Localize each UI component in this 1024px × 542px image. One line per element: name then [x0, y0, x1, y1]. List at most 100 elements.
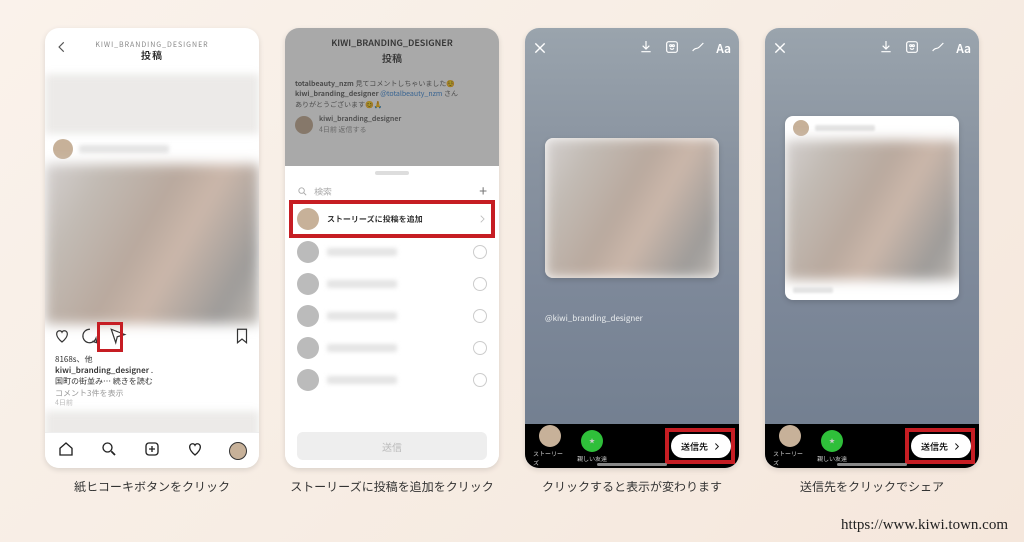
post-author-row[interactable]: [45, 134, 259, 164]
list-item[interactable]: [297, 268, 487, 300]
send-label: 送信: [382, 439, 402, 454]
captions-row: 紙ヒコーキボタンをクリック ストーリーズに投稿を追加をクリック クリックすると表…: [0, 468, 1024, 496]
send-to-button[interactable]: 送信先: [671, 434, 731, 458]
add-to-story-label: ストーリーズに投稿を追加: [327, 214, 423, 225]
list-item[interactable]: [297, 364, 487, 396]
chevron-right-icon: [477, 214, 487, 224]
download-button[interactable]: [638, 36, 654, 60]
caption-user: kiwi_branding_designer: [55, 365, 149, 376]
preview-username-blur: [815, 125, 875, 131]
story-post-preview[interactable]: [785, 116, 959, 300]
home-icon: [57, 440, 75, 458]
send-button[interactable]: 送信: [297, 432, 487, 460]
tab-activity[interactable]: [186, 439, 204, 463]
sheet-handle[interactable]: [375, 171, 409, 175]
comment-count[interactable]: コメント3件を表示: [55, 388, 249, 399]
caption-desc: 国町の街並み… 続きを読む: [55, 376, 249, 387]
avatar: [779, 425, 801, 447]
post-actions: [45, 324, 259, 352]
your-story-button[interactable]: ストーリーズ: [533, 425, 567, 467]
preview-footer: [785, 280, 959, 300]
caption-4: 送信先をクリックでシェア: [765, 478, 979, 496]
star-icon: ★: [581, 430, 603, 452]
list-item[interactable]: [297, 332, 487, 364]
your-story-button[interactable]: ストーリーズ: [773, 425, 807, 467]
draw-button[interactable]: [930, 36, 946, 60]
share-sheet: 検索 + ストーリーズに投稿を追加 送信: [285, 166, 499, 468]
avatar: [297, 208, 319, 230]
search-icon: [100, 440, 118, 458]
post-image[interactable]: [45, 164, 259, 324]
tab-new[interactable]: [143, 439, 161, 463]
back-button[interactable]: [55, 40, 69, 57]
draw-button[interactable]: [690, 36, 706, 60]
sticker-button[interactable]: [664, 36, 680, 60]
story-mention: @kiwi_branding_designer: [545, 313, 643, 324]
your-story-label: ストーリーズ: [533, 449, 567, 467]
chevron-right-icon: [712, 442, 721, 451]
heart-icon: [186, 440, 204, 458]
draw-icon: [930, 39, 946, 55]
phones-row: KIWI_BRANDING_DESIGNER 投稿 8168s、他 kiwi_b…: [0, 0, 1024, 468]
close-friends-label: 親しい友達: [577, 454, 607, 463]
chevron-left-icon: [55, 40, 69, 54]
list-item[interactable]: [297, 236, 487, 268]
close-button[interactable]: [773, 36, 787, 60]
story-editor[interactable]: Aa ストーリーズ ★ 親しい友達: [765, 28, 979, 468]
phone-2: KIWI_BRANDING_DESIGNER 投稿 totalbeauty_nz…: [285, 28, 499, 468]
sticker-icon: [904, 39, 920, 55]
star-icon: ★: [821, 430, 843, 452]
phone-3: Aa @kiwi_branding_designer ストーリーズ ★ 親しい友…: [525, 28, 739, 468]
share-button[interactable]: [109, 326, 127, 350]
download-button[interactable]: [878, 36, 894, 60]
story-bottom-bar: ストーリーズ ★ 親しい友達 送信先: [525, 424, 739, 468]
close-friends-label: 親しい友達: [817, 454, 847, 463]
home-indicator: [597, 463, 667, 466]
tab-search[interactable]: [100, 439, 118, 463]
download-icon: [638, 39, 654, 55]
save-button[interactable]: [233, 326, 251, 350]
story-bottom-bar: ストーリーズ ★ 親しい友達 送信先: [765, 424, 979, 468]
story-editor[interactable]: Aa @kiwi_branding_designer ストーリーズ ★ 親しい友…: [525, 28, 739, 468]
avatar: [53, 139, 73, 159]
search-placeholder: 検索: [314, 185, 332, 198]
your-story-label: ストーリーズ: [773, 449, 807, 467]
caption-2: ストーリーズに投稿を追加をクリック: [285, 478, 499, 496]
comment-button[interactable]: [81, 326, 99, 350]
tab-bar: [45, 432, 259, 468]
bookmark-icon: [233, 327, 251, 345]
header-title-block: KIWI_BRANDING_DESIGNER 投稿: [95, 42, 208, 61]
preview-text-blur: [793, 287, 833, 293]
like-button[interactable]: [53, 326, 71, 350]
close-friends-button[interactable]: ★ 親しい友達: [815, 430, 849, 463]
draw-icon: [690, 39, 706, 55]
dim-overlay[interactable]: [285, 28, 499, 166]
caption-1: 紙ヒコーキボタンをクリック: [45, 478, 259, 496]
sticker-button[interactable]: [904, 36, 920, 60]
send-to-label: 送信先: [681, 440, 708, 453]
tab-home[interactable]: [57, 439, 75, 463]
close-friends-button[interactable]: ★ 親しい友達: [575, 430, 609, 463]
text-button[interactable]: Aa: [956, 40, 971, 57]
story-post-preview[interactable]: [545, 138, 719, 278]
post-meta: 8168s、他 kiwi_branding_designer . 国町の街並み……: [45, 352, 259, 411]
text-button[interactable]: Aa: [716, 40, 731, 57]
preview-image: [785, 140, 959, 280]
sheet-search[interactable]: 検索 +: [285, 180, 499, 202]
caption-3: クリックすると表示が変わります: [525, 478, 739, 496]
close-icon: [773, 41, 787, 55]
p1-header: KIWI_BRANDING_DESIGNER 投稿: [45, 28, 259, 74]
add-to-story-row[interactable]: ストーリーズに投稿を追加: [285, 202, 499, 236]
tab-profile[interactable]: [229, 442, 247, 460]
caption-line: kiwi_branding_designer .: [55, 365, 249, 376]
search-icon: [297, 186, 308, 197]
add-group-button[interactable]: +: [479, 181, 487, 201]
phone-4: Aa ストーリーズ ★ 親しい友達: [765, 28, 979, 468]
list-item[interactable]: [297, 300, 487, 332]
preview-header: [785, 116, 959, 140]
close-button[interactable]: [533, 36, 547, 60]
send-to-button[interactable]: 送信先: [911, 434, 971, 458]
phone-1: KIWI_BRANDING_DESIGNER 投稿 8168s、他 kiwi_b…: [45, 28, 259, 468]
story-toolbar: Aa: [773, 36, 971, 60]
comment-icon: [81, 327, 99, 345]
